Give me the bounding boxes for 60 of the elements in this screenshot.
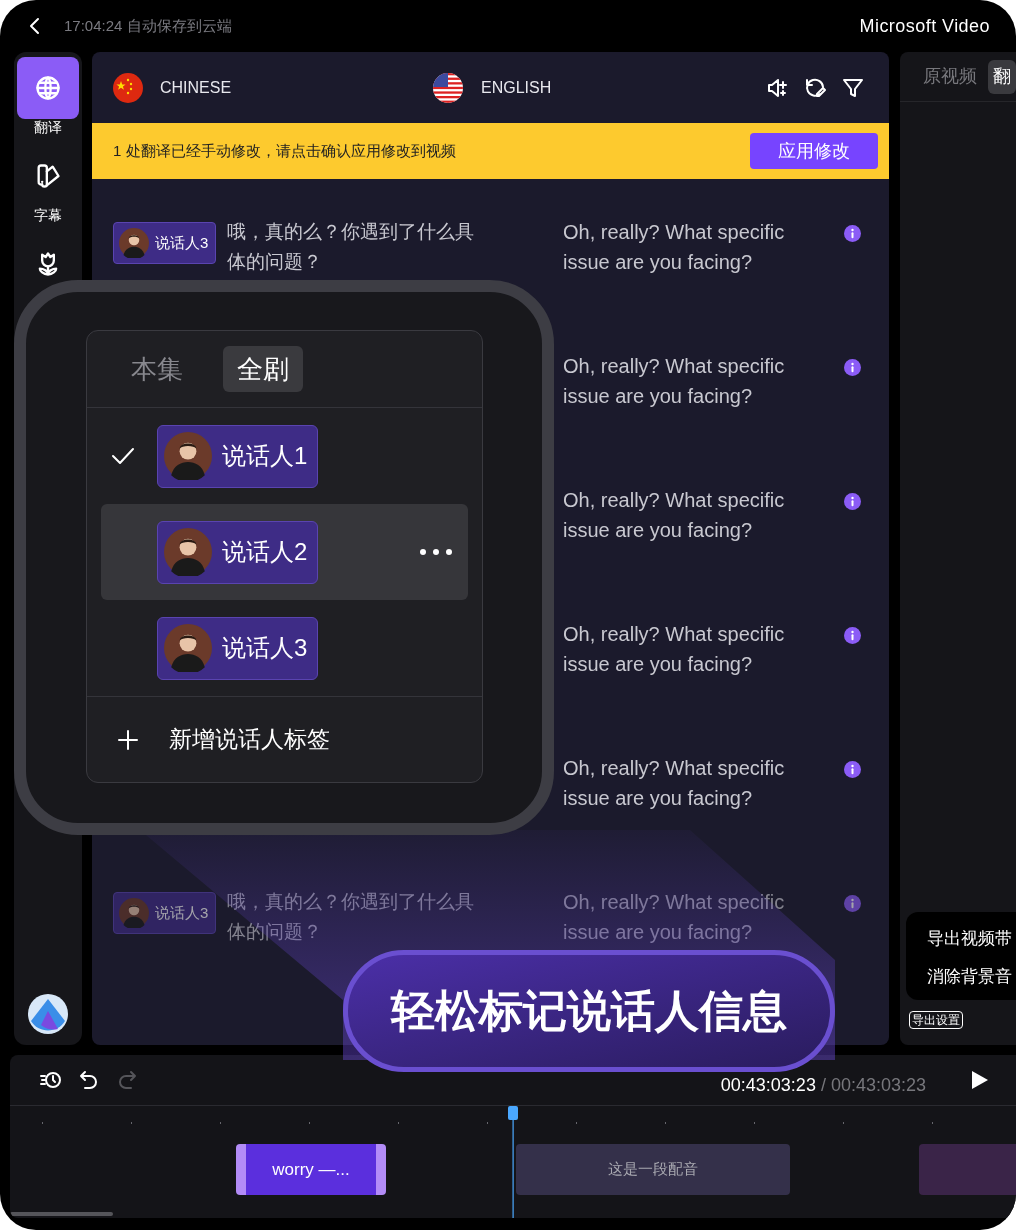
info-icon[interactable]	[844, 359, 861, 376]
info-icon[interactable]	[844, 627, 861, 644]
export-settings-button[interactable]: 导出设置	[909, 1011, 963, 1029]
more-icon[interactable]	[420, 549, 452, 555]
translation-text: Oh, really? What specific issue are you facing?	[563, 488, 786, 543]
notice-text: 1 处翻译已经手动修改，请点击确认应用修改到视频	[113, 140, 456, 161]
menu-item[interactable]: 导出视频带	[927, 926, 1016, 952]
source-text: 哦，真的么？你遇到了什么具体的问题？	[227, 890, 476, 944]
back-icon[interactable]	[28, 16, 42, 36]
target-language: ENGLISH	[481, 77, 552, 98]
speaker-tag[interactable]: 说话人3	[157, 616, 319, 680]
current-time: 00:43:03:23	[720, 1073, 816, 1097]
translation-text: Oh, really? What specific issue are you facing?	[563, 890, 786, 945]
info-icon[interactable]	[844, 895, 861, 912]
menu-item[interactable]: 消除背景音	[927, 963, 1016, 989]
scope-tab[interactable]: 全剧	[223, 346, 303, 392]
us-flag-icon	[433, 72, 463, 103]
save-status: 17:04:24 自动保存到云端	[64, 15, 232, 36]
avatar	[164, 624, 212, 672]
avatar	[164, 528, 212, 576]
info-icon[interactable]	[844, 225, 861, 242]
add-speaker-label[interactable]: 新增说话人标签	[169, 722, 330, 757]
speaker-tag[interactable]: 说话人2	[157, 520, 319, 584]
plus-icon[interactable]	[117, 728, 139, 751]
speaker-tag[interactable]: 说话人1	[157, 424, 319, 488]
speaker-option[interactable]: 说话人1	[101, 408, 468, 504]
translation-text: Oh, really? What specific issue are you facing?	[563, 220, 786, 275]
speaker-tag[interactable]: 说话人3	[113, 222, 217, 264]
playhead[interactable]	[507, 1106, 519, 1218]
total-time: 00:43:03:23	[830, 1073, 926, 1097]
source-text: 哦，真的么？你遇到了什么具体的问题？	[227, 220, 476, 274]
time-separator: /	[820, 1073, 826, 1097]
info-icon[interactable]	[844, 761, 861, 778]
audio-clip[interactable]: 这是一段配音	[516, 1144, 790, 1195]
scope-tab[interactable]: 本集	[117, 346, 197, 392]
promo-banner: 轻松标记说话人信息	[343, 950, 835, 1072]
avatar	[119, 228, 149, 258]
translation-text: Oh, really? What specific issue are you facing?	[563, 622, 786, 677]
scrollbar[interactable]	[10, 1212, 113, 1216]
translation-text: Oh, really? What specific issue are you facing?	[563, 756, 786, 811]
sidebar-label: 字幕	[34, 206, 62, 225]
preview-tab[interactable]: 翻	[988, 59, 1016, 94]
speaker-option[interactable]: 说话人3	[101, 600, 468, 696]
speaker-option[interactable]: 说话人2	[101, 504, 468, 600]
avatar	[119, 898, 149, 928]
globe-icon	[34, 74, 62, 102]
play-icon[interactable]	[970, 1069, 990, 1091]
audio-clip[interactable]	[919, 1144, 1016, 1195]
apply-button[interactable]: 应用修改	[750, 133, 878, 169]
speaker-tag[interactable]: 说话人3	[113, 892, 217, 934]
info-icon[interactable]	[844, 493, 861, 510]
preview-tab[interactable]: 原视频	[918, 59, 982, 94]
app-name: Microsoft Video	[859, 14, 990, 38]
china-flag-icon	[113, 72, 143, 103]
user-avatar[interactable]	[27, 993, 69, 1035]
sidebar-label: 翻译	[34, 118, 62, 137]
translation-text: Oh, really? What specific issue are you facing?	[563, 354, 786, 409]
source-language: CHINESE	[160, 77, 233, 98]
subtitle-clip[interactable]: worry —...	[236, 1144, 386, 1195]
avatar	[164, 432, 212, 480]
